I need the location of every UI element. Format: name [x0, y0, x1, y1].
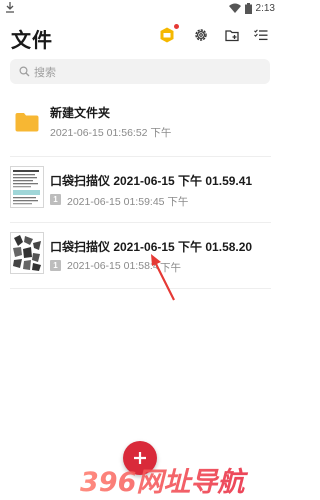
folder-date: 2021-06-15 01:56:52 下午 — [50, 127, 172, 139]
divider — [10, 222, 271, 223]
folder-add-icon — [224, 29, 239, 41]
folder-name: 新建文件夹 — [50, 106, 111, 120]
search-bar[interactable]: 搜索 — [10, 59, 270, 84]
document-date: 2021-06-15 01:58:4 — [67, 260, 159, 272]
folder-icon — [15, 113, 39, 132]
wifi-icon — [228, 3, 241, 13]
checklist-icon — [254, 29, 268, 41]
search-placeholder: 搜索 — [34, 66, 56, 79]
watermark-text: 396网址导航 — [80, 467, 248, 497]
new-folder-button[interactable] — [223, 26, 241, 44]
page-title: 文件 — [11, 30, 53, 52]
list-item-document[interactable]: 口袋扫描仪 2021-06-15 下午 01.58.20 1 2021-06-1… — [0, 226, 281, 278]
status-time: 2:13 — [255, 2, 275, 14]
select-button[interactable] — [252, 26, 270, 44]
status-bar: 2:13 — [0, 0, 281, 16]
search-icon — [19, 66, 30, 77]
divider — [10, 156, 271, 157]
page-count-badge: 1 — [50, 260, 61, 271]
document-thumbnail — [10, 232, 44, 274]
vip-button[interactable] — [158, 24, 179, 44]
plus-icon — [134, 452, 146, 464]
document-title: 口袋扫描仪 2021-06-15 下午 01.59.41 — [50, 174, 253, 188]
document-thumbnail — [10, 166, 44, 208]
divider — [10, 288, 271, 289]
annotation-arrow — [151, 254, 175, 301]
list-item-document[interactable]: 口袋扫描仪 2021-06-15 下午 01.59.41 1 2021-06-1… — [0, 160, 281, 212]
battery-icon — [244, 2, 252, 14]
download-icon — [6, 2, 14, 13]
list-item-folder[interactable]: 新建文件夹 2021-06-15 01:56:52 下午 — [0, 100, 281, 146]
page-count-badge: 1 — [50, 194, 61, 205]
settings-button[interactable] — [192, 26, 210, 44]
vip-badge-icon — [160, 27, 174, 43]
watermark-logo: 396网址导航 — [80, 467, 248, 497]
document-date: 2021-06-15 01:59:45 下午 — [67, 196, 189, 208]
notification-dot — [174, 24, 179, 29]
gear-icon — [195, 29, 207, 41]
